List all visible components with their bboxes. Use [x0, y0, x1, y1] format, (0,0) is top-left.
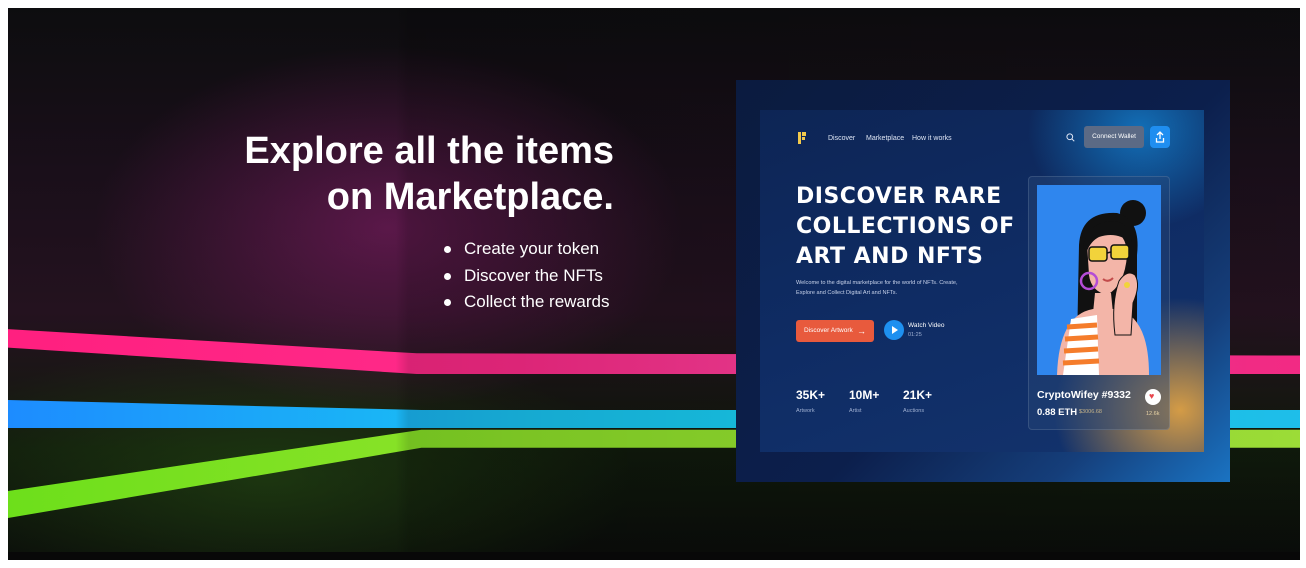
nft-title: CryptoWifey #9332: [1037, 389, 1131, 401]
watch-video-link[interactable]: Watch Video: [908, 322, 945, 329]
title-line-2: on Marketplace.: [326, 176, 614, 218]
play-icon: [892, 326, 898, 334]
bottom-edge: [8, 552, 1300, 560]
nav-discover[interactable]: Discover: [828, 135, 855, 142]
stat-auctions-label: Auctions: [903, 408, 925, 414]
feature-item: Create your token: [438, 236, 610, 263]
stat-artist-value: 10M+: [849, 388, 880, 402]
share-icon: [1155, 131, 1165, 143]
feature-text: Discover the NFTs: [464, 265, 603, 285]
bullet-icon: [444, 272, 451, 280]
heart-icon: ♥: [1149, 391, 1155, 401]
hero-line-3: ART AND NFTS: [796, 244, 984, 269]
nft-card[interactable]: CryptoWifey #9332 0.88 ETH $3006.68 ♥ 12…: [1028, 176, 1170, 430]
page-title: Explore all the items on Marketplace.: [158, 128, 614, 220]
play-button[interactable]: [884, 320, 904, 340]
share-button[interactable]: [1150, 126, 1170, 148]
bullet-icon: [444, 246, 451, 253]
hero-description: Welcome to the digital marketplace for t…: [796, 278, 996, 298]
search-icon[interactable]: [1066, 133, 1075, 142]
hero-line-1: DISCOVER RARE: [796, 184, 1002, 209]
desc-line-2: Explore and Collect Digital Art and NFTs…: [796, 290, 898, 296]
discover-label: Discover Artwork: [804, 327, 853, 334]
nav-how-it-works[interactable]: How it works: [912, 135, 952, 142]
video-duration: 01:25: [908, 332, 922, 338]
bullet-icon: [444, 299, 451, 306]
feature-list: Create your token Discover the NFTs Coll…: [438, 236, 610, 316]
feature-item: Discover the NFTs: [438, 263, 610, 290]
stat-artwork-label: Artwork: [796, 408, 815, 414]
connect-wallet-button[interactable]: Connect Wallet: [1084, 126, 1144, 148]
hero-heading: DISCOVER RARE COLLECTIONS OF ART AND NFT…: [796, 182, 1015, 272]
feature-text: Collect the rewards: [464, 292, 610, 311]
marketplace-preview: Discover Marketplace How it works Connec…: [736, 80, 1230, 482]
arrow-right-icon: →: [857, 326, 866, 336]
nav-marketplace[interactable]: Marketplace: [866, 135, 904, 142]
feature-item: Collect the rewards: [438, 289, 610, 316]
title-line-1: Explore all the items: [244, 130, 614, 172]
stat-artist-label: Artist: [849, 408, 862, 414]
logo-icon[interactable]: [798, 132, 806, 144]
hero-banner: Explore all the items on Marketplace. Cr…: [8, 8, 1300, 560]
stat-auctions-value: 21K+: [903, 388, 933, 402]
stat-artwork-value: 35K+: [796, 388, 826, 402]
likes-count: 12.6k: [1146, 411, 1160, 417]
nft-usd-price: $3006.68: [1079, 409, 1102, 415]
discover-artwork-button[interactable]: Discover Artwork →: [796, 320, 874, 342]
hero-line-2: COLLECTIONS OF: [796, 214, 1015, 239]
desc-line-1: Welcome to the digital marketplace for t…: [796, 280, 958, 286]
nft-artwork-image: [1037, 185, 1161, 375]
feature-text: Create your token: [464, 239, 600, 258]
nft-illustration: [1037, 185, 1161, 375]
nft-price: 0.88 ETH: [1037, 407, 1078, 418]
preview-screen: Discover Marketplace How it works Connec…: [760, 110, 1204, 452]
like-button[interactable]: ♥: [1145, 389, 1161, 405]
